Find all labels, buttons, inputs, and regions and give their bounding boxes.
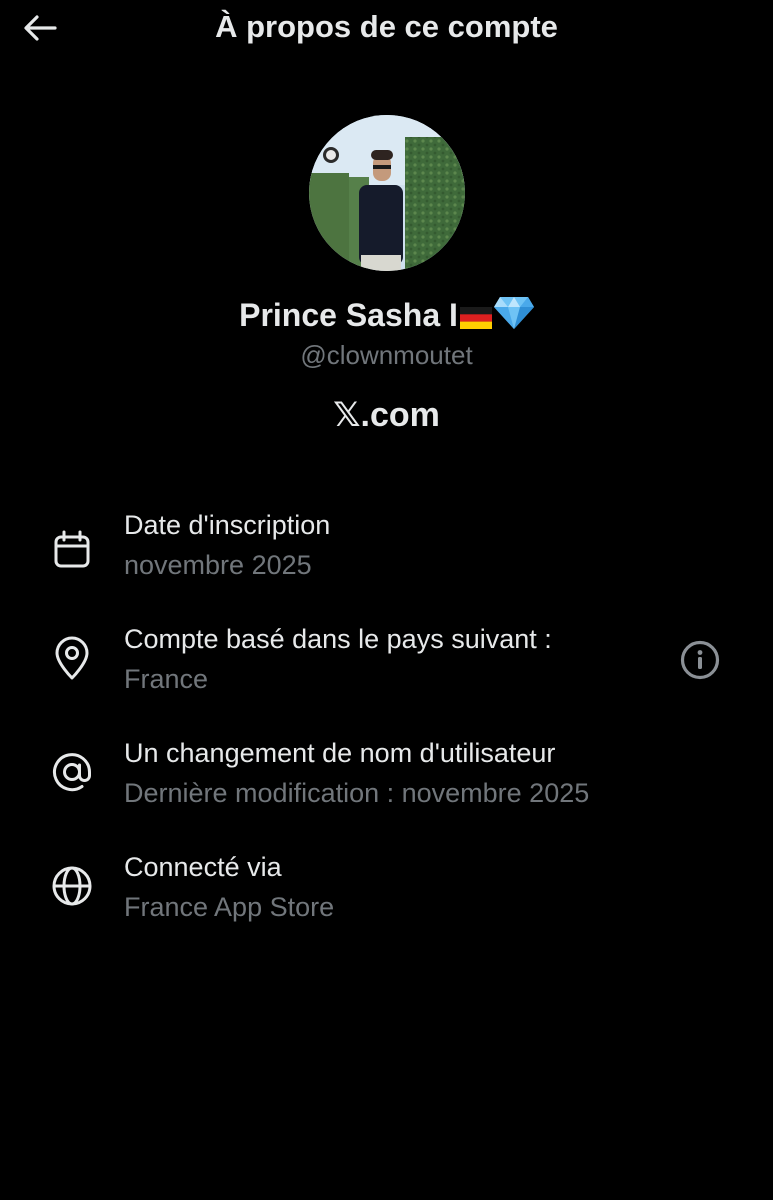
join-date-value: novembre 2025 — [124, 550, 312, 580]
site-link[interactable]: 𝕏.com — [0, 395, 773, 435]
display-name: Prince Sasha I — [0, 295, 773, 337]
globe-icon — [48, 862, 96, 910]
info-icon — [680, 640, 720, 680]
username-change-value: Dernière modification : novembre 2025 — [124, 778, 590, 808]
top-bar: À propos de ce compte — [0, 0, 773, 56]
avatar[interactable] — [309, 115, 465, 271]
country-label: Compte basé dans le pays suivant : — [124, 624, 552, 654]
connected-via-label: Connecté via — [124, 852, 282, 882]
calendar-icon — [48, 526, 96, 574]
join-date-row: Date d'inscription novembre 2025 — [0, 508, 773, 598]
username-change-label: Un changement de nom d'utilisateur — [124, 738, 556, 768]
connected-via-value: France App Store — [124, 892, 335, 922]
join-date-label: Date d'inscription — [124, 510, 331, 540]
display-name-text: Prince Sasha I — [239, 297, 458, 333]
germany-flag-emoji — [459, 300, 492, 337]
page-title: À propos de ce compte — [215, 9, 558, 44]
at-sign-icon — [48, 748, 96, 796]
username-change-row: Un changement de nom d'utilisateur Derni… — [0, 736, 773, 826]
country-value: France — [124, 664, 209, 694]
connected-via-row: Connecté via France App Store — [0, 850, 773, 940]
location-pin-icon — [48, 634, 96, 682]
country-row: Compte basé dans le pays suivant : Franc… — [0, 622, 773, 712]
gem-emoji — [493, 295, 534, 337]
username-handle: @clownmoutet — [300, 340, 473, 370]
info-button[interactable] — [678, 638, 722, 682]
